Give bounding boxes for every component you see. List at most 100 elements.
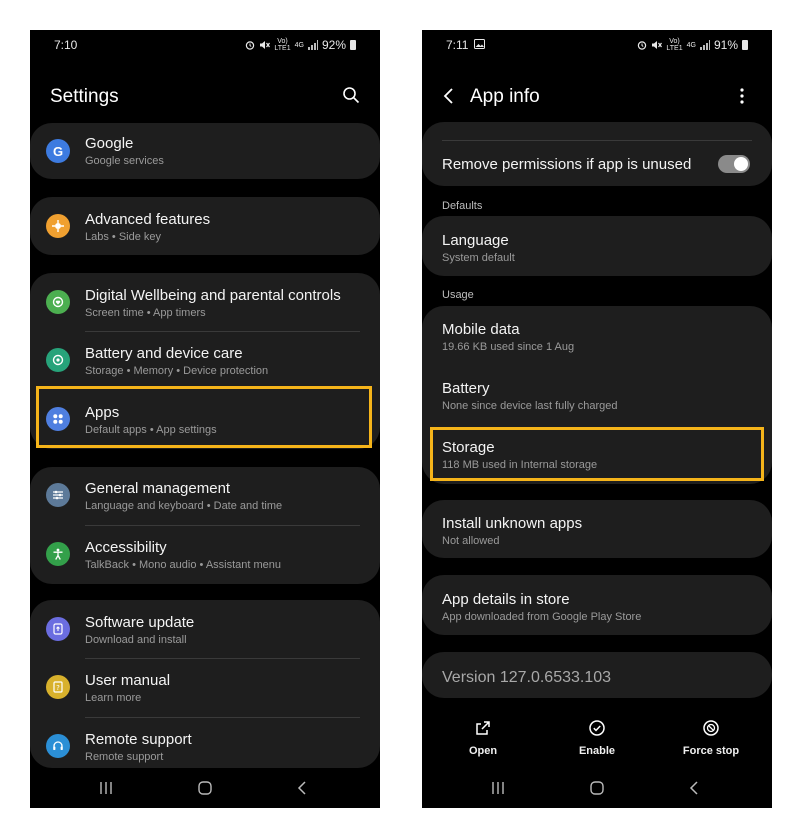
enable-icon xyxy=(589,720,605,736)
force-stop-icon xyxy=(703,720,719,736)
user-manual-icon: ? xyxy=(46,675,70,699)
item-title: General management xyxy=(85,480,231,497)
network-indicator: Vo) LTE1 xyxy=(666,38,683,52)
settings-item-general-management[interactable]: General management Language and keyboard… xyxy=(30,467,380,525)
recents-icon xyxy=(100,782,112,794)
item-subtitle: Screen time • App timers xyxy=(85,307,206,319)
settings-card-group-5: Software update Download and install ? U… xyxy=(30,600,380,768)
settings-item-remote-support[interactable]: Remote support Remote support xyxy=(30,718,380,768)
back-button[interactable] xyxy=(684,778,704,798)
item-subtitle: Download and install xyxy=(85,634,187,646)
alarm-icon xyxy=(246,41,255,50)
open-label: Open xyxy=(468,745,498,757)
settings-item-battery-device-care[interactable]: Battery and device care Storage • Memory… xyxy=(30,332,380,390)
app-details-card: App details in store App downloaded from… xyxy=(422,575,772,635)
signal-icon xyxy=(699,40,710,50)
item-subtitle: Google services xyxy=(85,155,164,167)
settings-item-advanced-features[interactable]: Advanced features Labs • Side key xyxy=(30,197,380,255)
home-button[interactable] xyxy=(587,778,607,798)
settings-item-accessibility[interactable]: Accessibility TalkBack • Mono audio • As… xyxy=(30,526,380,584)
settings-item-google[interactable]: G Google Google services xyxy=(30,123,380,179)
item-subtitle: Learn more xyxy=(85,692,142,704)
remove-permissions-toggle[interactable] xyxy=(718,155,750,173)
defaults-card: Language System default xyxy=(422,216,772,276)
settings-card-group-4: General management Language and keyboard… xyxy=(30,467,380,584)
force-stop-label: Force stop xyxy=(682,745,740,757)
permissions-card: Remove permissions if app is unused xyxy=(422,122,772,186)
install-unknown-apps-row[interactable]: Install unknown apps Not allowed xyxy=(422,500,772,558)
install-unknown-card: Install unknown apps Not allowed xyxy=(422,500,772,558)
version-card: Version 127.0.6533.103 xyxy=(422,652,772,698)
settings-item-digital-wellbeing[interactable]: Digital Wellbeing and parental controls … xyxy=(30,273,380,331)
google-icon: G xyxy=(46,139,70,163)
item-title: Digital Wellbeing and parental controls xyxy=(85,287,341,304)
enable-button[interactable]: Enable xyxy=(567,720,627,757)
status-bar: 7:10 Vo) LTE1 4G 92% xyxy=(30,30,380,60)
force-stop-button[interactable]: Force stop xyxy=(681,720,741,757)
back-icon xyxy=(689,781,698,795)
item-title: Language xyxy=(442,232,509,249)
navigation-bar xyxy=(422,768,772,808)
home-icon xyxy=(198,781,212,795)
open-icon xyxy=(476,721,490,735)
item-subtitle: Not allowed xyxy=(442,535,500,547)
item-title: Battery xyxy=(442,380,490,397)
item-title: Battery and device care xyxy=(85,345,243,362)
software-update-icon xyxy=(46,617,70,641)
item-title: Accessibility xyxy=(85,539,167,556)
section-usage: Usage xyxy=(442,289,474,301)
navigation-bar xyxy=(30,768,380,808)
item-title: App details in store xyxy=(442,591,570,608)
item-title: Advanced features xyxy=(85,211,211,228)
item-subtitle: App downloaded from Google Play Store xyxy=(442,611,642,623)
item-subtitle: Remote support xyxy=(85,751,164,763)
version-text: Version 127.0.6533.103 xyxy=(442,669,612,686)
app-details-row[interactable]: App details in store App downloaded from… xyxy=(422,575,772,635)
back-icon xyxy=(297,781,306,795)
search-icon[interactable] xyxy=(342,86,360,104)
page-title: Settings xyxy=(50,86,119,107)
home-button[interactable] xyxy=(195,778,215,798)
remove-permissions-label: Remove permissions if app is unused xyxy=(442,156,692,173)
item-title: Remote support xyxy=(85,731,192,748)
item-subtitle: System default xyxy=(442,252,515,264)
language-row[interactable]: Language System default xyxy=(422,216,772,276)
recents-button[interactable] xyxy=(488,778,508,798)
item-subtitle: Language and keyboard • Date and time xyxy=(85,500,283,512)
accessibility-icon xyxy=(46,542,70,566)
item-title: Install unknown apps xyxy=(442,515,583,532)
open-button[interactable]: Open xyxy=(453,720,513,757)
storage-highlight-box xyxy=(430,427,764,481)
item-subtitle: TalkBack • Mono audio • Assistant menu xyxy=(85,559,282,571)
status-time: 7:11 xyxy=(446,38,469,52)
svg-text:?: ? xyxy=(56,684,60,692)
battery-row[interactable]: Battery None since device last fully cha… xyxy=(422,365,772,423)
status-time: 7:10 xyxy=(54,38,78,52)
device-care-icon xyxy=(46,348,70,372)
settings-item-user-manual[interactable]: ? User manual Learn more xyxy=(30,659,380,717)
settings-item-software-update[interactable]: Software update Download and install xyxy=(30,600,380,658)
back-arrow-icon[interactable] xyxy=(442,88,454,104)
item-subtitle: Storage • Memory • Device protection xyxy=(85,365,269,377)
page-title: App info xyxy=(470,86,540,107)
item-title: Google xyxy=(85,135,134,152)
alarm-icon xyxy=(638,41,647,50)
general-management-icon xyxy=(46,483,70,507)
status-bar: 7:11 Vo) LTE1 4G 91% xyxy=(422,30,772,60)
recents-button[interactable] xyxy=(96,778,116,798)
settings-screen: 7:10 Vo) LTE1 4G 92% Settings G Google Go… xyxy=(30,30,380,808)
item-title: User manual xyxy=(85,672,171,689)
mobile-data-row[interactable]: Mobile data 19.66 KB used since 1 Aug xyxy=(422,306,772,364)
item-subtitle: None since device last fully charged xyxy=(442,400,618,412)
item-title: Software update xyxy=(85,614,195,631)
more-options-icon[interactable] xyxy=(740,88,744,104)
remote-support-icon xyxy=(46,734,70,758)
remove-permissions-row[interactable]: Remove permissions if app is unused xyxy=(422,141,772,186)
settings-card-google: G Google Google services xyxy=(30,123,380,179)
signal-icon xyxy=(307,40,318,50)
item-subtitle: Labs • Side key xyxy=(85,231,162,243)
item-title: Mobile data xyxy=(442,321,520,338)
network-indicator: Vo) LTE1 xyxy=(274,38,291,52)
back-button[interactable] xyxy=(292,778,312,798)
item-subtitle: 19.66 KB used since 1 Aug xyxy=(442,341,575,353)
